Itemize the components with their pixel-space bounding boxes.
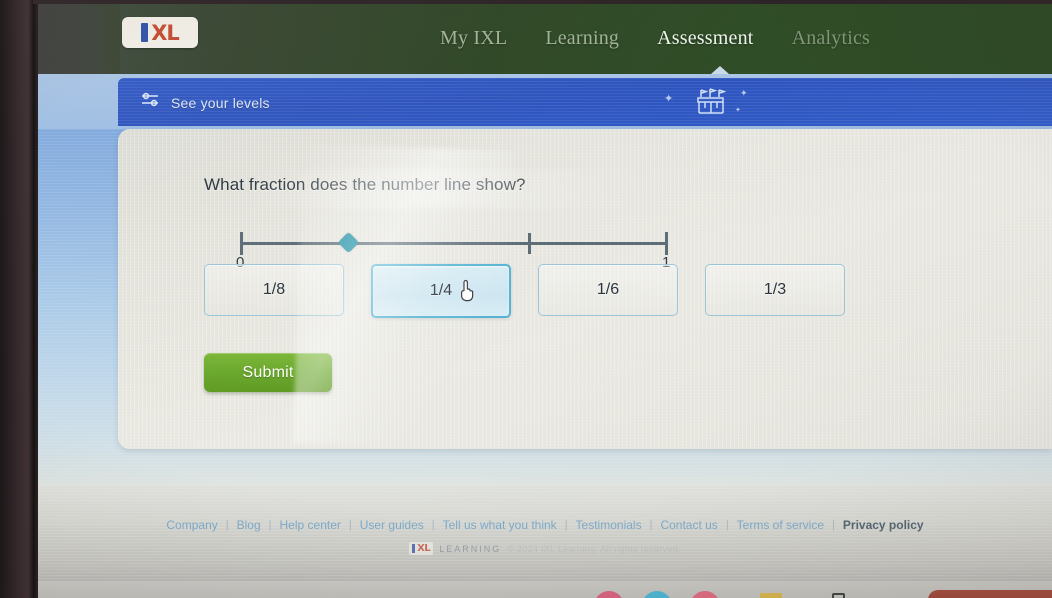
footer-ixl-logo: XL: [409, 542, 434, 555]
footer-link-privacy-policy[interactable]: Privacy policy: [835, 518, 932, 532]
footer-link-contact-us[interactable]: Contact us: [652, 518, 725, 532]
footer-link-user-guides[interactable]: User guides: [352, 518, 432, 532]
castle-icon[interactable]: [691, 86, 731, 120]
screen-content: XL My IXL Learning Assessment Analytics: [38, 3, 1052, 598]
taskbar-app-icon[interactable]: [760, 593, 782, 598]
footer-links: Company | Blog | Help center | User guid…: [38, 518, 1052, 532]
taskbar-app-icon[interactable]: [642, 591, 672, 598]
nav-item-learning[interactable]: Learning: [543, 23, 621, 54]
page-footer: Company | Blog | Help center | User guid…: [38, 485, 1052, 581]
device-bezel-left: [0, 0, 33, 598]
sub-header-panel: See your levels ✦ ✦ ✦: [118, 78, 1052, 126]
taskbar-app-icon[interactable]: [690, 591, 720, 598]
os-taskbar: [38, 581, 1052, 598]
footer-link-terms-of-service[interactable]: Terms of service: [729, 518, 832, 532]
active-tab-caret-icon: [711, 66, 729, 74]
footer-brand-word: LEARNING: [439, 543, 502, 554]
sliders-icon: [140, 91, 162, 114]
logo-i-bar: [141, 23, 149, 42]
see-your-levels-button[interactable]: See your levels: [140, 91, 270, 114]
answer-choice-label: 1/8: [262, 281, 286, 298]
nav-left-shadow: [38, 3, 120, 74]
device-bezel-top: [33, 0, 1052, 4]
answer-choice-1[interactable]: 1/8: [204, 264, 344, 316]
footer-link-blog[interactable]: Blog: [229, 518, 269, 532]
question-card: What fraction does the number line show?…: [118, 129, 1052, 451]
sparkle-icon: ✦: [740, 88, 748, 98]
logo-xl-text: XL: [151, 20, 180, 45]
taskbar-accent-panel: [928, 590, 1052, 598]
number-line-tick-start: [240, 232, 243, 255]
number-line: 0 1: [204, 207, 764, 271]
top-navigation-bar: XL My IXL Learning Assessment Analytics: [38, 3, 1052, 74]
sparkle-icon: ✦: [664, 93, 674, 105]
diamond-marker-icon: [337, 231, 360, 254]
footer-copyright: XL LEARNING © 2024 IXL Learning. All rig…: [38, 542, 1052, 555]
footer-scanline-overlay: [38, 485, 1052, 581]
photo-of-screen: XL My IXL Learning Assessment Analytics: [0, 0, 1052, 598]
footer-logo-xl-text: XL: [417, 543, 431, 554]
answer-choice-label: 1/3: [763, 281, 787, 298]
answer-choice-3[interactable]: 1/6: [538, 264, 678, 316]
answer-choice-4[interactable]: 1/3: [705, 264, 845, 316]
taskbar-app-icon[interactable]: [594, 591, 624, 598]
footer-link-company[interactable]: Company: [158, 518, 225, 532]
nav-item-my-ixl[interactable]: My IXL: [438, 23, 509, 54]
nav-item-assessment[interactable]: Assessment: [655, 23, 755, 54]
number-line-axis: [240, 242, 667, 245]
device-bezel-gap: [33, 0, 38, 598]
nav-items: My IXL Learning Assessment Analytics: [438, 3, 872, 74]
nav-item-analytics[interactable]: Analytics: [790, 23, 872, 54]
number-line-tick-mid: [528, 233, 531, 254]
submit-button[interactable]: Submit: [204, 353, 332, 392]
sparkle-icon: ✦: [735, 107, 741, 114]
footer-link-testimonials[interactable]: Testimonials: [568, 518, 650, 532]
window-icon[interactable]: [832, 593, 845, 598]
see-your-levels-label: See your levels: [171, 94, 270, 111]
question-prompt: What fraction does the number line show?: [204, 175, 526, 194]
footer-link-tell-us-what-you-think[interactable]: Tell us what you think: [435, 518, 565, 532]
footer-copyright-text: © 2024 IXL Learning. All rights reserved…: [507, 543, 681, 554]
answer-choice-2[interactable]: 1/4: [371, 264, 511, 318]
answer-choices: 1/8 1/4 1/6 1/3: [204, 264, 845, 318]
footer-link-help-center[interactable]: Help center: [272, 518, 349, 532]
ixl-logo[interactable]: XL: [122, 17, 198, 48]
number-line-tick-end: [665, 232, 668, 255]
answer-choice-label: 1/6: [596, 281, 620, 298]
answer-choice-label: 1/4: [429, 282, 453, 299]
pointing-hand-cursor: [457, 278, 477, 302]
sub-header-bar: See your levels ✦ ✦ ✦: [38, 74, 1052, 129]
footer-logo-i-bar: [412, 544, 416, 553]
